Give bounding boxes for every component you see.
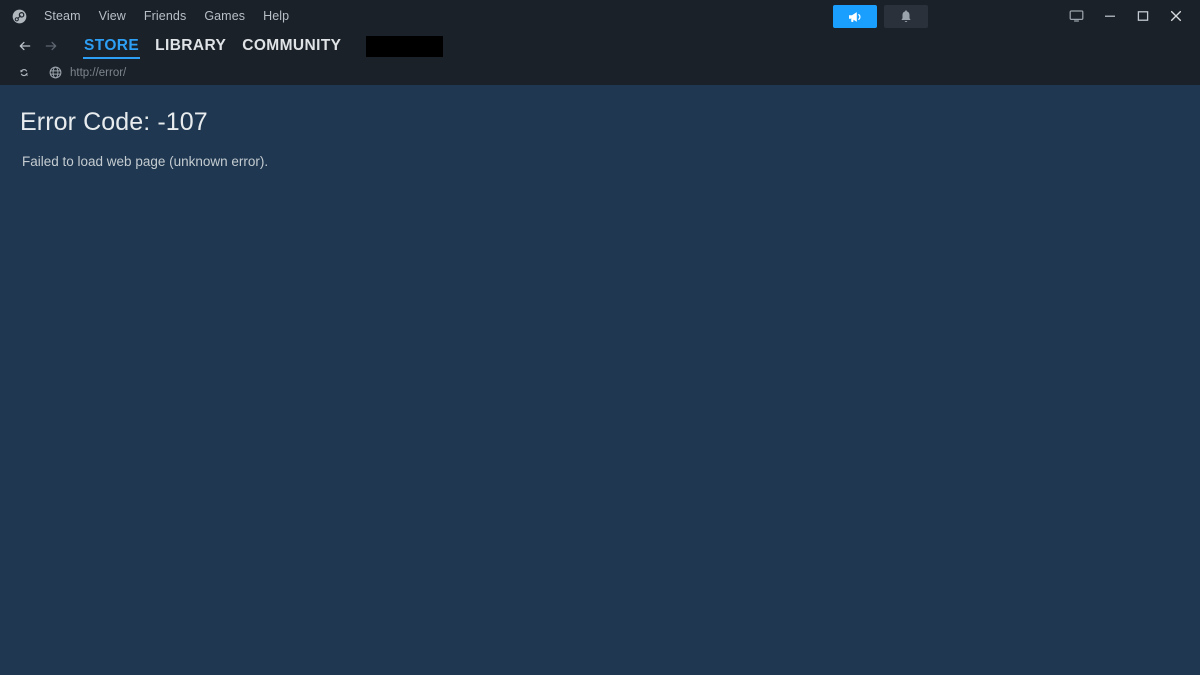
main-tabs: STORE LIBRARY COMMUNITY (76, 32, 443, 60)
minimize-button[interactable] (1093, 1, 1126, 31)
menu-bar: Steam View Friends Games Help (0, 0, 298, 32)
close-button[interactable] (1159, 1, 1192, 31)
broadcast-button[interactable] (833, 5, 877, 28)
arrow-right-icon (44, 38, 58, 54)
error-description: Failed to load web page (unknown error). (22, 153, 1200, 171)
reload-icon (18, 65, 30, 81)
url-text[interactable]: http://error/ (70, 67, 126, 79)
menu-item-help[interactable]: Help (254, 0, 298, 32)
display-mode-button[interactable] (1060, 1, 1093, 31)
maximize-button[interactable] (1126, 1, 1159, 31)
forward-button[interactable] (38, 33, 64, 59)
page-content: Error Code: -107 Failed to load web page… (0, 85, 1200, 675)
monitor-icon (1069, 9, 1084, 23)
back-button[interactable] (12, 33, 38, 59)
steam-client-window: Steam View Friends Games Help (0, 0, 1200, 675)
redacted-username-tab[interactable] (366, 36, 443, 57)
close-icon (1169, 9, 1183, 23)
steam-logo-icon (12, 9, 27, 24)
globe-icon (49, 66, 62, 79)
minimize-icon (1103, 9, 1117, 23)
menu-item-games[interactable]: Games (195, 0, 254, 32)
tab-community[interactable]: COMMUNITY (234, 32, 349, 60)
title-bar: Steam View Friends Games Help (0, 0, 1200, 32)
menu-item-view[interactable]: View (90, 0, 135, 32)
notifications-button[interactable] (884, 5, 928, 28)
address-bar: http://error/ (0, 60, 1200, 85)
reload-button[interactable] (12, 62, 36, 84)
window-controls (1060, 1, 1200, 31)
tab-store[interactable]: STORE (76, 32, 147, 60)
bell-icon (900, 10, 912, 24)
site-icon-wrapper (44, 62, 66, 84)
error-title: Error Code: -107 (20, 107, 1200, 137)
maximize-icon (1136, 9, 1150, 23)
tab-library[interactable]: LIBRARY (147, 32, 234, 60)
navigation-bar: STORE LIBRARY COMMUNITY (0, 32, 1200, 60)
megaphone-icon (847, 10, 864, 24)
menu-item-steam[interactable]: Steam (35, 0, 90, 32)
arrow-left-icon (18, 38, 32, 54)
window-controls-region (1060, 0, 1200, 32)
menu-item-friends[interactable]: Friends (135, 0, 195, 32)
header-action-buttons (833, 5, 928, 28)
